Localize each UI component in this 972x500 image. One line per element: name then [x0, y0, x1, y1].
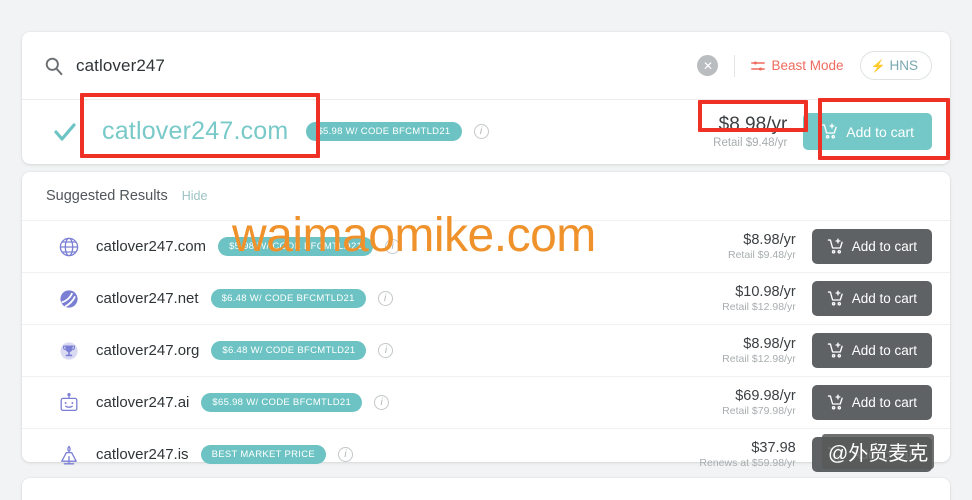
suggested-price: $37.98: [751, 440, 796, 456]
suggested-domain-name[interactable]: catlover247.net: [96, 290, 199, 307]
hide-suggested-results-link[interactable]: Hide: [182, 189, 208, 203]
suggested-price: $8.98/yr: [743, 232, 796, 248]
featured-retail-price: Retail $9.48/yr: [713, 137, 788, 149]
suggested-promo-badge: $5.98 W/ CODE BFCMTLD21: [218, 237, 374, 256]
toolbar-divider: [734, 54, 736, 77]
suggested-retail-price: Renews at $59.98/yr: [699, 457, 796, 469]
cart-plus-icon: [827, 394, 844, 411]
suggested-price: $8.98/yr: [743, 336, 796, 352]
globe-icon: [58, 236, 80, 258]
featured-add-to-cart-button[interactable]: Add to cart: [803, 113, 932, 150]
search-icon: [44, 56, 64, 76]
suggested-price: $10.98/yr: [735, 284, 796, 300]
robot-icon: [58, 392, 80, 414]
next-section-card: [22, 478, 950, 500]
suggested-add-to-cart-label: Add to cart: [851, 239, 917, 254]
suggested-result-row[interactable]: catlover247.is BEST MARKET PRICE i $37.98 Re…: [22, 428, 950, 480]
beast-mode-button[interactable]: Beast Mode: [751, 58, 844, 73]
info-icon[interactable]: i: [378, 343, 394, 358]
cart-plus-icon: [827, 238, 844, 255]
suggested-add-to-cart-button[interactable]: Add to cart: [811, 229, 932, 264]
check-icon: [52, 119, 78, 145]
suggested-results-list: catlover247.com $5.98 W/ CODE BFCMTLD21 i $…: [22, 220, 950, 480]
suggested-add-to-cart-label: Add to cart: [851, 447, 917, 462]
beast-mode-label: Beast Mode: [771, 58, 844, 73]
suggested-add-to-cart-button[interactable]: Add to cart: [811, 333, 932, 368]
suggested-results-title: Suggested Results: [46, 188, 168, 204]
page-root: catlover247 ✕ Beast Mode ⚡ HNS catlover2…: [0, 0, 972, 500]
suggested-add-to-cart-label: Add to cart: [851, 343, 917, 358]
hns-button[interactable]: ⚡ HNS: [859, 51, 932, 80]
cart-plus-icon: [827, 446, 844, 463]
suggested-price-block: $10.98/yr Retail $12.98/yr: [722, 284, 796, 313]
hns-label: HNS: [889, 58, 918, 73]
suggested-results-card: Suggested Results Hide catlover247.com $5…: [22, 172, 950, 472]
suggested-result-row[interactable]: catlover247.net $6.48 W/ CODE BFCMTLD21 i $…: [22, 272, 950, 324]
suggested-domain-name[interactable]: catlover247.is: [96, 446, 189, 463]
suggested-promo-badge: BEST MARKET PRICE: [200, 445, 327, 464]
trophy-icon: [58, 340, 80, 362]
suggested-result-row[interactable]: catlover247.ai $65.98 W/ CODE BFCMTLD21 i $…: [22, 376, 950, 428]
suggested-retail-price: Retail $12.98/yr: [722, 301, 796, 313]
suggested-retail-price: Retail $79.98/yr: [722, 405, 796, 417]
suggested-add-to-cart-label: Add to cart: [851, 395, 917, 410]
suggested-price: $69.98/yr: [735, 388, 796, 404]
suggested-promo-badge: $6.48 W/ CODE BFCMTLD21: [211, 341, 367, 360]
suggested-price-block: $8.98/yr Retail $9.48/yr: [728, 232, 796, 261]
suggested-domain-name[interactable]: catlover247.ai: [96, 394, 189, 411]
search-controls: ✕ Beast Mode ⚡ HNS: [697, 51, 932, 80]
suggested-price-block: $8.98/yr Retail $12.98/yr: [722, 336, 796, 365]
info-icon[interactable]: i: [377, 291, 393, 306]
search-input[interactable]: catlover247: [76, 56, 697, 76]
suggested-results-header: Suggested Results Hide: [22, 172, 950, 220]
suggested-domain-name[interactable]: catlover247.com: [96, 238, 206, 255]
featured-price: $8.98/yr: [718, 114, 788, 135]
featured-add-to-cart-label: Add to cart: [846, 123, 914, 140]
featured-promo-badge: $5.98 W/ CODE BFCMTLD21: [306, 122, 462, 141]
featured-domain-name[interactable]: catlover247.com: [102, 117, 288, 146]
info-icon[interactable]: i: [473, 124, 489, 139]
suggested-promo-badge: $6.48 W/ CODE BFCMTLD21: [210, 289, 366, 308]
search-card: catlover247 ✕ Beast Mode ⚡ HNS catlover2…: [22, 32, 950, 164]
suggested-domain-name[interactable]: catlover247.org: [96, 342, 199, 359]
suggested-price-block: $37.98 Renews at $59.98/yr: [699, 440, 795, 469]
suggested-add-to-cart-label: Add to cart: [851, 291, 917, 306]
bolt-icon: ⚡: [870, 58, 886, 73]
search-bar[interactable]: catlover247 ✕ Beast Mode ⚡ HNS: [22, 32, 950, 100]
info-icon[interactable]: i: [374, 395, 390, 410]
info-icon[interactable]: i: [338, 447, 354, 462]
suggested-price-block: $69.98/yr Retail $79.98/yr: [722, 388, 796, 417]
swirl-ball-icon: [58, 288, 80, 310]
suggested-add-to-cart-button[interactable]: Add to cart: [811, 437, 932, 472]
suggested-retail-price: Retail $12.98/yr: [722, 353, 796, 365]
volcano-icon: [58, 444, 80, 466]
suggested-promo-badge: $65.98 W/ CODE BFCMTLD21: [201, 393, 363, 412]
info-icon[interactable]: i: [385, 239, 401, 254]
featured-result-row[interactable]: catlover247.com $5.98 W/ CODE BFCMTLD21 …: [22, 100, 950, 163]
clear-search-button[interactable]: ✕: [697, 55, 719, 76]
suggested-result-row[interactable]: catlover247.org $6.48 W/ CODE BFCMTLD21 i $…: [22, 324, 950, 376]
suggested-retail-price: Retail $9.48/yr: [728, 249, 796, 261]
suggested-result-row[interactable]: catlover247.com $5.98 W/ CODE BFCMTLD21 i $…: [22, 220, 950, 272]
sliders-icon: [751, 60, 766, 72]
cart-plus-icon: [821, 123, 838, 140]
cart-plus-icon: [827, 290, 844, 307]
suggested-add-to-cart-button[interactable]: Add to cart: [811, 385, 932, 420]
suggested-add-to-cart-button[interactable]: Add to cart: [811, 281, 932, 316]
cart-plus-icon: [827, 342, 844, 359]
featured-price-block: $8.98/yr Retail $9.48/yr: [713, 114, 787, 149]
